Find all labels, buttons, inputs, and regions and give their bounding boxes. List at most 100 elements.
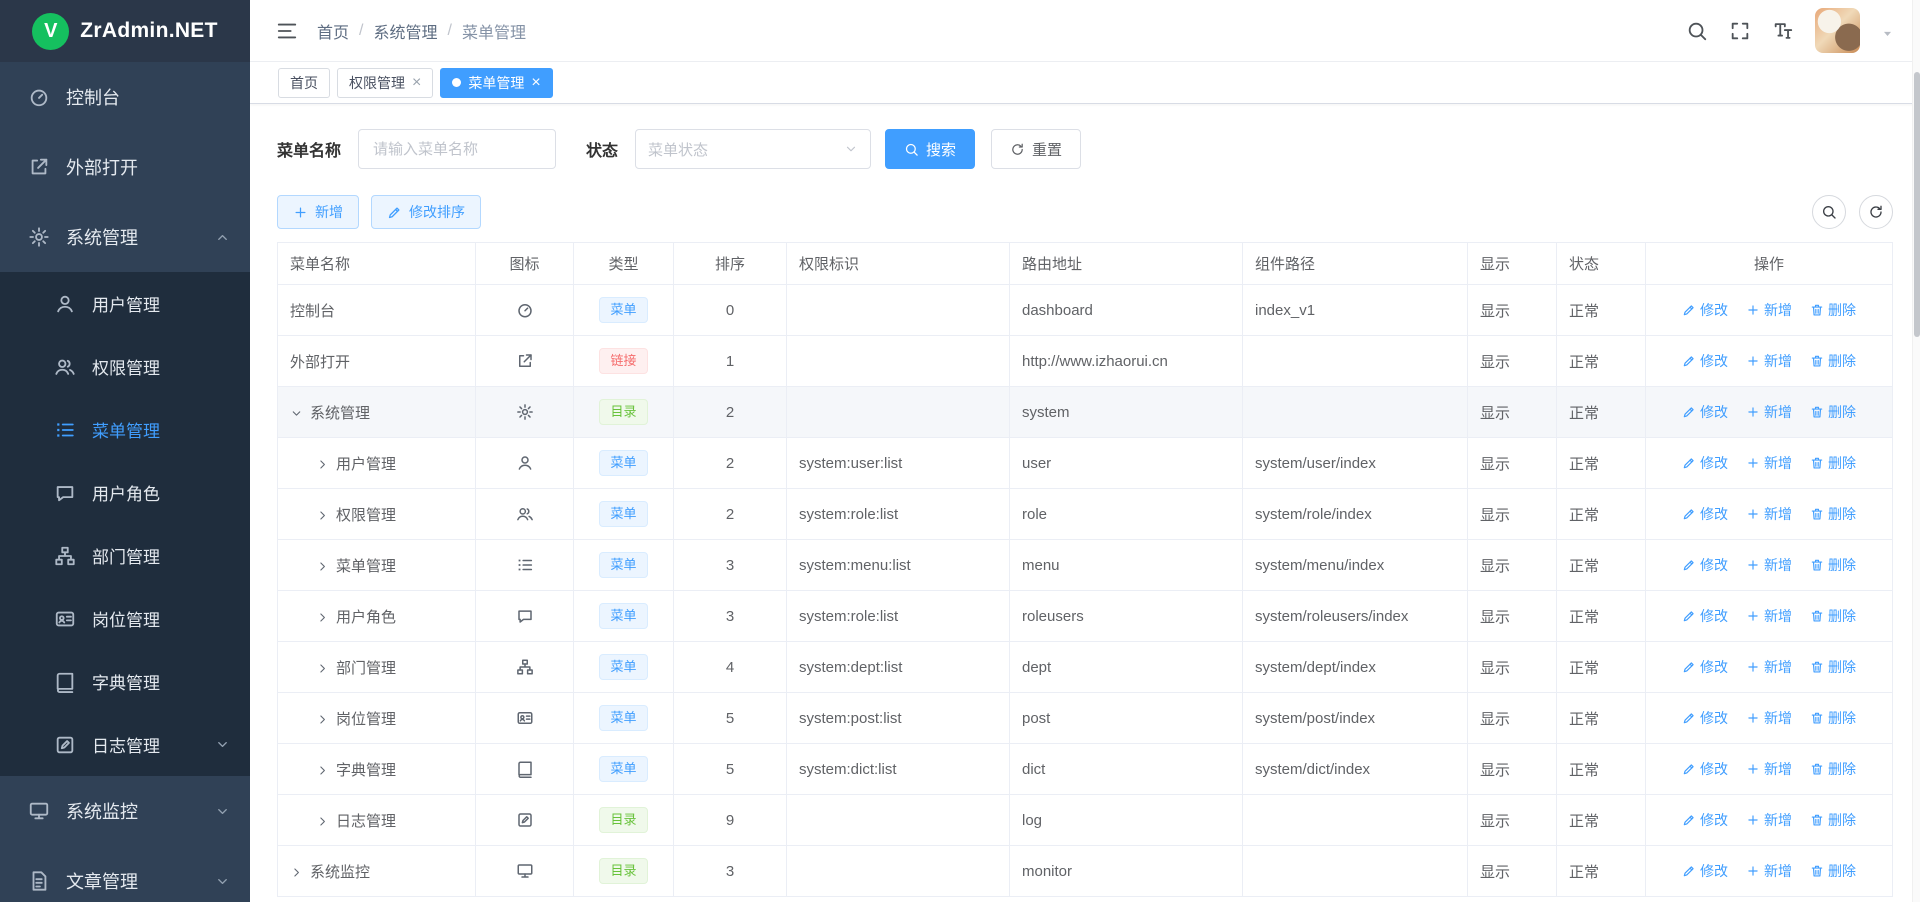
row-delete-button[interactable]: 删除 bbox=[1810, 453, 1856, 473]
reset-button[interactable]: 重置 bbox=[991, 129, 1081, 169]
app-title: ZrAdmin.NET bbox=[80, 19, 217, 43]
row-add-button[interactable]: 新增 bbox=[1746, 810, 1792, 830]
tab-home[interactable]: 首页 bbox=[278, 68, 330, 98]
row-add-button[interactable]: 新增 bbox=[1746, 657, 1792, 677]
chevron-right-icon[interactable] bbox=[316, 509, 329, 522]
visible-cell: 显示 bbox=[1468, 285, 1557, 336]
breadcrumb: 首页/系统管理/菜单管理 bbox=[317, 19, 526, 43]
page-scrollbar[interactable] bbox=[1912, 0, 1920, 902]
op-label: 删除 bbox=[1828, 402, 1856, 422]
row-delete-button[interactable]: 删除 bbox=[1810, 555, 1856, 575]
sidebar-item-dict-manage[interactable]: 字典管理 bbox=[0, 650, 250, 713]
chevron-right-icon[interactable] bbox=[316, 560, 329, 573]
sidebar-item-user-manage[interactable]: 用户管理 bbox=[0, 272, 250, 335]
row-delete-button[interactable]: 删除 bbox=[1810, 351, 1856, 371]
row-edit-button[interactable]: 修改 bbox=[1682, 606, 1728, 626]
table-row-dashboard: 控制台菜单0dashboardindex_v1显示正常修改新增删除 bbox=[278, 285, 1893, 336]
row-edit-button[interactable]: 修改 bbox=[1682, 453, 1728, 473]
row-delete-button[interactable]: 删除 bbox=[1810, 861, 1856, 881]
row-edit-button[interactable]: 修改 bbox=[1682, 351, 1728, 371]
row-add-button[interactable]: 新增 bbox=[1746, 402, 1792, 422]
table-row-dict: 字典管理菜单5system:dict:listdictsystem/dict/i… bbox=[278, 744, 1893, 795]
add-button[interactable]: 新增 bbox=[277, 195, 359, 229]
row-delete-button[interactable]: 删除 bbox=[1810, 402, 1856, 422]
op-label: 新增 bbox=[1764, 657, 1792, 677]
row-edit-button[interactable]: 修改 bbox=[1682, 810, 1728, 830]
row-delete-button[interactable]: 删除 bbox=[1810, 504, 1856, 524]
sidebar-item-role-manage[interactable]: 权限管理 bbox=[0, 335, 250, 398]
row-edit-button[interactable]: 修改 bbox=[1682, 708, 1728, 728]
fullscreen-icon[interactable] bbox=[1729, 20, 1751, 42]
avatar-caret-down-icon[interactable] bbox=[1881, 25, 1894, 43]
tab-close-icon[interactable]: × bbox=[531, 75, 540, 91]
status-cell: 正常 bbox=[1557, 642, 1646, 693]
tab-menu-manage[interactable]: 菜单管理× bbox=[440, 68, 552, 98]
row-edit-button[interactable]: 修改 bbox=[1682, 555, 1728, 575]
chevron-right-icon[interactable] bbox=[316, 662, 329, 675]
chevron-right-icon[interactable] bbox=[316, 764, 329, 777]
scrollbar-thumb[interactable] bbox=[1914, 72, 1920, 337]
search-button[interactable]: 搜索 bbox=[885, 129, 975, 169]
op-label: 新增 bbox=[1764, 402, 1792, 422]
breadcrumb-item[interactable]: 系统管理 bbox=[373, 19, 437, 43]
row-delete-button[interactable]: 删除 bbox=[1810, 657, 1856, 677]
row-edit-button[interactable]: 修改 bbox=[1682, 759, 1728, 779]
sidebar-item-menu-manage[interactable]: 菜单管理 bbox=[0, 398, 250, 461]
chevron-right-icon[interactable] bbox=[316, 815, 329, 828]
op-label: 删除 bbox=[1828, 861, 1856, 881]
hamburger-icon[interactable] bbox=[276, 20, 298, 42]
sidebar-item-user-role[interactable]: 用户角色 bbox=[0, 461, 250, 524]
status-select[interactable]: 菜单状态 bbox=[635, 129, 871, 169]
sidebar-item-system-manage[interactable]: 系统管理 bbox=[0, 202, 250, 272]
refresh-table-button[interactable] bbox=[1859, 195, 1893, 229]
toggle-search-button[interactable] bbox=[1812, 195, 1846, 229]
breadcrumb-separator: / bbox=[447, 22, 451, 40]
component-cell: system/role/index bbox=[1243, 489, 1468, 540]
sidebar-item-post-manage[interactable]: 岗位管理 bbox=[0, 587, 250, 650]
row-edit-button[interactable]: 修改 bbox=[1682, 861, 1728, 881]
row-add-button[interactable]: 新增 bbox=[1746, 606, 1792, 626]
sidebar-item-dept-manage[interactable]: 部门管理 bbox=[0, 524, 250, 587]
menu-name-input[interactable] bbox=[358, 129, 556, 169]
font-size-icon[interactable] bbox=[1772, 20, 1794, 42]
header-search-icon[interactable] bbox=[1686, 20, 1708, 42]
row-delete-button[interactable]: 删除 bbox=[1810, 606, 1856, 626]
sidebar-item-article-manage[interactable]: 文章管理 bbox=[0, 846, 250, 902]
row-delete-button[interactable]: 删除 bbox=[1810, 708, 1856, 728]
tab-role-manage[interactable]: 权限管理× bbox=[337, 68, 433, 98]
row-delete-button[interactable]: 删除 bbox=[1810, 759, 1856, 779]
row-add-button[interactable]: 新增 bbox=[1746, 708, 1792, 728]
row-edit-button[interactable]: 修改 bbox=[1682, 504, 1728, 524]
row-edit-button[interactable]: 修改 bbox=[1682, 402, 1728, 422]
op-label: 删除 bbox=[1828, 453, 1856, 473]
breadcrumb-separator: / bbox=[359, 22, 363, 40]
row-add-button[interactable]: 新增 bbox=[1746, 759, 1792, 779]
sidebar-item-external-link[interactable]: 外部打开 bbox=[0, 132, 250, 202]
row-add-button[interactable]: 新增 bbox=[1746, 300, 1792, 320]
row-add-button[interactable]: 新增 bbox=[1746, 453, 1792, 473]
row-delete-button[interactable]: 删除 bbox=[1810, 300, 1856, 320]
sidebar-item-log-manage[interactable]: 日志管理 bbox=[0, 713, 250, 776]
tab-close-icon[interactable]: × bbox=[412, 75, 421, 91]
chevron-right-icon[interactable] bbox=[316, 611, 329, 624]
chevron-down-icon[interactable] bbox=[290, 407, 303, 420]
sidebar-item-dashboard[interactable]: 控制台 bbox=[0, 62, 250, 132]
edit-sort-button[interactable]: 修改排序 bbox=[371, 195, 481, 229]
op-label: 修改 bbox=[1700, 810, 1728, 830]
row-edit-button[interactable]: 修改 bbox=[1682, 300, 1728, 320]
chevron-right-icon[interactable] bbox=[316, 713, 329, 726]
row-add-button[interactable]: 新增 bbox=[1746, 504, 1792, 524]
row-edit-button[interactable]: 修改 bbox=[1682, 657, 1728, 677]
row-delete-button[interactable]: 删除 bbox=[1810, 810, 1856, 830]
avatar[interactable] bbox=[1815, 8, 1860, 53]
sidebar-item-system-monitor[interactable]: 系统监控 bbox=[0, 776, 250, 846]
op-label: 新增 bbox=[1764, 810, 1792, 830]
row-add-button[interactable]: 新增 bbox=[1746, 861, 1792, 881]
chevron-right-icon[interactable] bbox=[316, 458, 329, 471]
tab-active-dot bbox=[452, 78, 461, 87]
row-add-button[interactable]: 新增 bbox=[1746, 351, 1792, 371]
row-add-button[interactable]: 新增 bbox=[1746, 555, 1792, 575]
breadcrumb-item[interactable]: 首页 bbox=[317, 19, 349, 43]
external-icon bbox=[516, 352, 534, 370]
chevron-right-icon[interactable] bbox=[290, 866, 303, 879]
